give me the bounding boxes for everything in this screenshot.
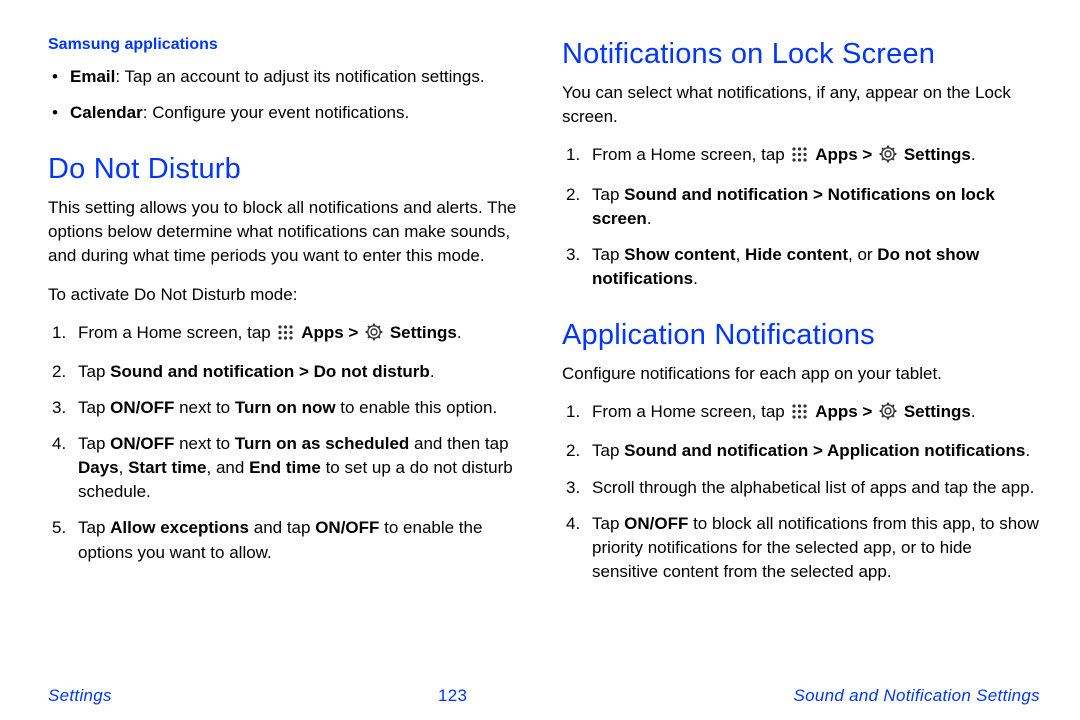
text: . bbox=[1025, 441, 1030, 460]
paragraph: To activate Do Not Disturb mode: bbox=[48, 283, 526, 307]
step-item: Tap ON/OFF next to Turn on now to enable… bbox=[52, 396, 526, 420]
settings-gear-icon bbox=[365, 323, 383, 348]
text: From a Home screen, tap bbox=[592, 145, 789, 164]
page-footer: Settings 123 Sound and Notification Sett… bbox=[0, 678, 1080, 720]
text: . bbox=[430, 362, 435, 381]
text: From a Home screen, tap bbox=[592, 402, 789, 421]
apps-grid-icon bbox=[791, 403, 808, 427]
label-apps: Apps > bbox=[301, 323, 363, 342]
paragraph: This setting allows you to block all not… bbox=[48, 196, 526, 268]
text: . bbox=[971, 402, 976, 421]
text: . bbox=[971, 145, 976, 164]
step-item: From a Home screen, tap Apps > Settings. bbox=[566, 143, 1040, 170]
text: : Configure your event notifications. bbox=[143, 103, 409, 122]
label-calendar: Calendar bbox=[70, 103, 143, 122]
text: Scroll through the alphabetical list of … bbox=[592, 478, 1034, 497]
lockscreen-steps: From a Home screen, tap Apps > Settings.… bbox=[566, 143, 1040, 291]
list-item: Email: Tap an account to adjust its noti… bbox=[52, 65, 526, 89]
text: , bbox=[736, 245, 745, 264]
bold-onoff: ON/OFF bbox=[624, 514, 688, 533]
bold-onoff: ON/OFF bbox=[110, 434, 174, 453]
text: and then tap bbox=[409, 434, 508, 453]
bold-path: Sound and notification > Notifications o… bbox=[592, 185, 995, 228]
text: and tap bbox=[249, 518, 315, 537]
bold-onoff: ON/OFF bbox=[315, 518, 379, 537]
apps-grid-icon bbox=[277, 324, 294, 348]
heading-do-not-disturb: Do Not Disturb bbox=[48, 149, 526, 190]
step-item: From a Home screen, tap Apps > Settings. bbox=[52, 321, 526, 348]
left-column: Samsung applications Email: Tap an accou… bbox=[48, 34, 526, 666]
bold-path: Sound and notification > Do not disturb bbox=[110, 362, 430, 381]
bold-turn-on-now: Turn on now bbox=[235, 398, 336, 417]
label-settings: Settings bbox=[390, 323, 457, 342]
text: Tap bbox=[592, 514, 624, 533]
apps-grid-icon bbox=[791, 146, 808, 170]
step-item: Tap Show content, Hide content, or Do no… bbox=[566, 243, 1040, 291]
bold-start: Start time bbox=[128, 458, 206, 477]
text: . bbox=[693, 269, 698, 288]
label-apps: Apps > bbox=[815, 145, 877, 164]
footer-left: Settings bbox=[48, 684, 112, 708]
step-item: Scroll through the alphabetical list of … bbox=[566, 476, 1040, 500]
text: , or bbox=[848, 245, 877, 264]
settings-gear-icon bbox=[879, 145, 897, 170]
dnd-steps: From a Home screen, tap Apps > Settings.… bbox=[52, 321, 526, 565]
paragraph: Configure notifications for each app on … bbox=[562, 362, 1040, 386]
label-email: Email bbox=[70, 67, 115, 86]
text: . bbox=[457, 323, 462, 342]
label-settings: Settings bbox=[904, 402, 971, 421]
bold-path: Sound and notification > Application not… bbox=[624, 441, 1025, 460]
text: Tap bbox=[592, 245, 624, 264]
text: next to bbox=[174, 434, 234, 453]
text: Tap bbox=[78, 362, 110, 381]
text: Tap bbox=[78, 398, 110, 417]
page-body: Samsung applications Email: Tap an accou… bbox=[0, 0, 1080, 678]
text: Tap bbox=[592, 185, 624, 204]
samsung-apps-list: Email: Tap an account to adjust its noti… bbox=[52, 65, 526, 125]
label-apps: Apps > bbox=[815, 402, 877, 421]
footer-right: Sound and Notification Settings bbox=[793, 684, 1040, 708]
bold-onoff: ON/OFF bbox=[110, 398, 174, 417]
bold-end: End time bbox=[249, 458, 321, 477]
text: , bbox=[119, 458, 128, 477]
text: : Tap an account to adjust its notificat… bbox=[115, 67, 484, 86]
heading-notifications-lock-screen: Notifications on Lock Screen bbox=[562, 34, 1040, 75]
step-item: Tap Sound and notification > Notificatio… bbox=[566, 183, 1040, 231]
step-item: Tap ON/OFF next to Turn on as scheduled … bbox=[52, 432, 526, 504]
text: next to bbox=[174, 398, 234, 417]
step-item: Tap Sound and notification > Application… bbox=[566, 439, 1040, 463]
bold-days: Days bbox=[78, 458, 119, 477]
step-item: Tap Allow exceptions and tap ON/OFF to e… bbox=[52, 516, 526, 564]
step-item: Tap Sound and notification > Do not dist… bbox=[52, 360, 526, 384]
text: Tap bbox=[78, 434, 110, 453]
text: Tap bbox=[78, 518, 110, 537]
text: From a Home screen, tap bbox=[78, 323, 275, 342]
text: to enable this option. bbox=[336, 398, 498, 417]
page-number: 123 bbox=[438, 684, 467, 708]
bold-allow-exceptions: Allow exceptions bbox=[110, 518, 249, 537]
subhead-samsung-applications: Samsung applications bbox=[48, 34, 526, 57]
settings-gear-icon bbox=[879, 402, 897, 427]
heading-application-notifications: Application Notifications bbox=[562, 315, 1040, 356]
bold-hide-content: Hide content bbox=[745, 245, 848, 264]
appnotif-steps: From a Home screen, tap Apps > Settings.… bbox=[566, 400, 1040, 584]
bold-scheduled: Turn on as scheduled bbox=[235, 434, 409, 453]
list-item: Calendar: Configure your event notificat… bbox=[52, 101, 526, 125]
label-settings: Settings bbox=[904, 145, 971, 164]
step-item: From a Home screen, tap Apps > Settings. bbox=[566, 400, 1040, 427]
bold-show-content: Show content bbox=[624, 245, 735, 264]
step-item: Tap ON/OFF to block all notifications fr… bbox=[566, 512, 1040, 584]
text: . bbox=[647, 209, 652, 228]
text: , and bbox=[207, 458, 250, 477]
right-column: Notifications on Lock Screen You can sel… bbox=[562, 34, 1040, 666]
paragraph: You can select what notifications, if an… bbox=[562, 81, 1040, 129]
text: Tap bbox=[592, 441, 624, 460]
